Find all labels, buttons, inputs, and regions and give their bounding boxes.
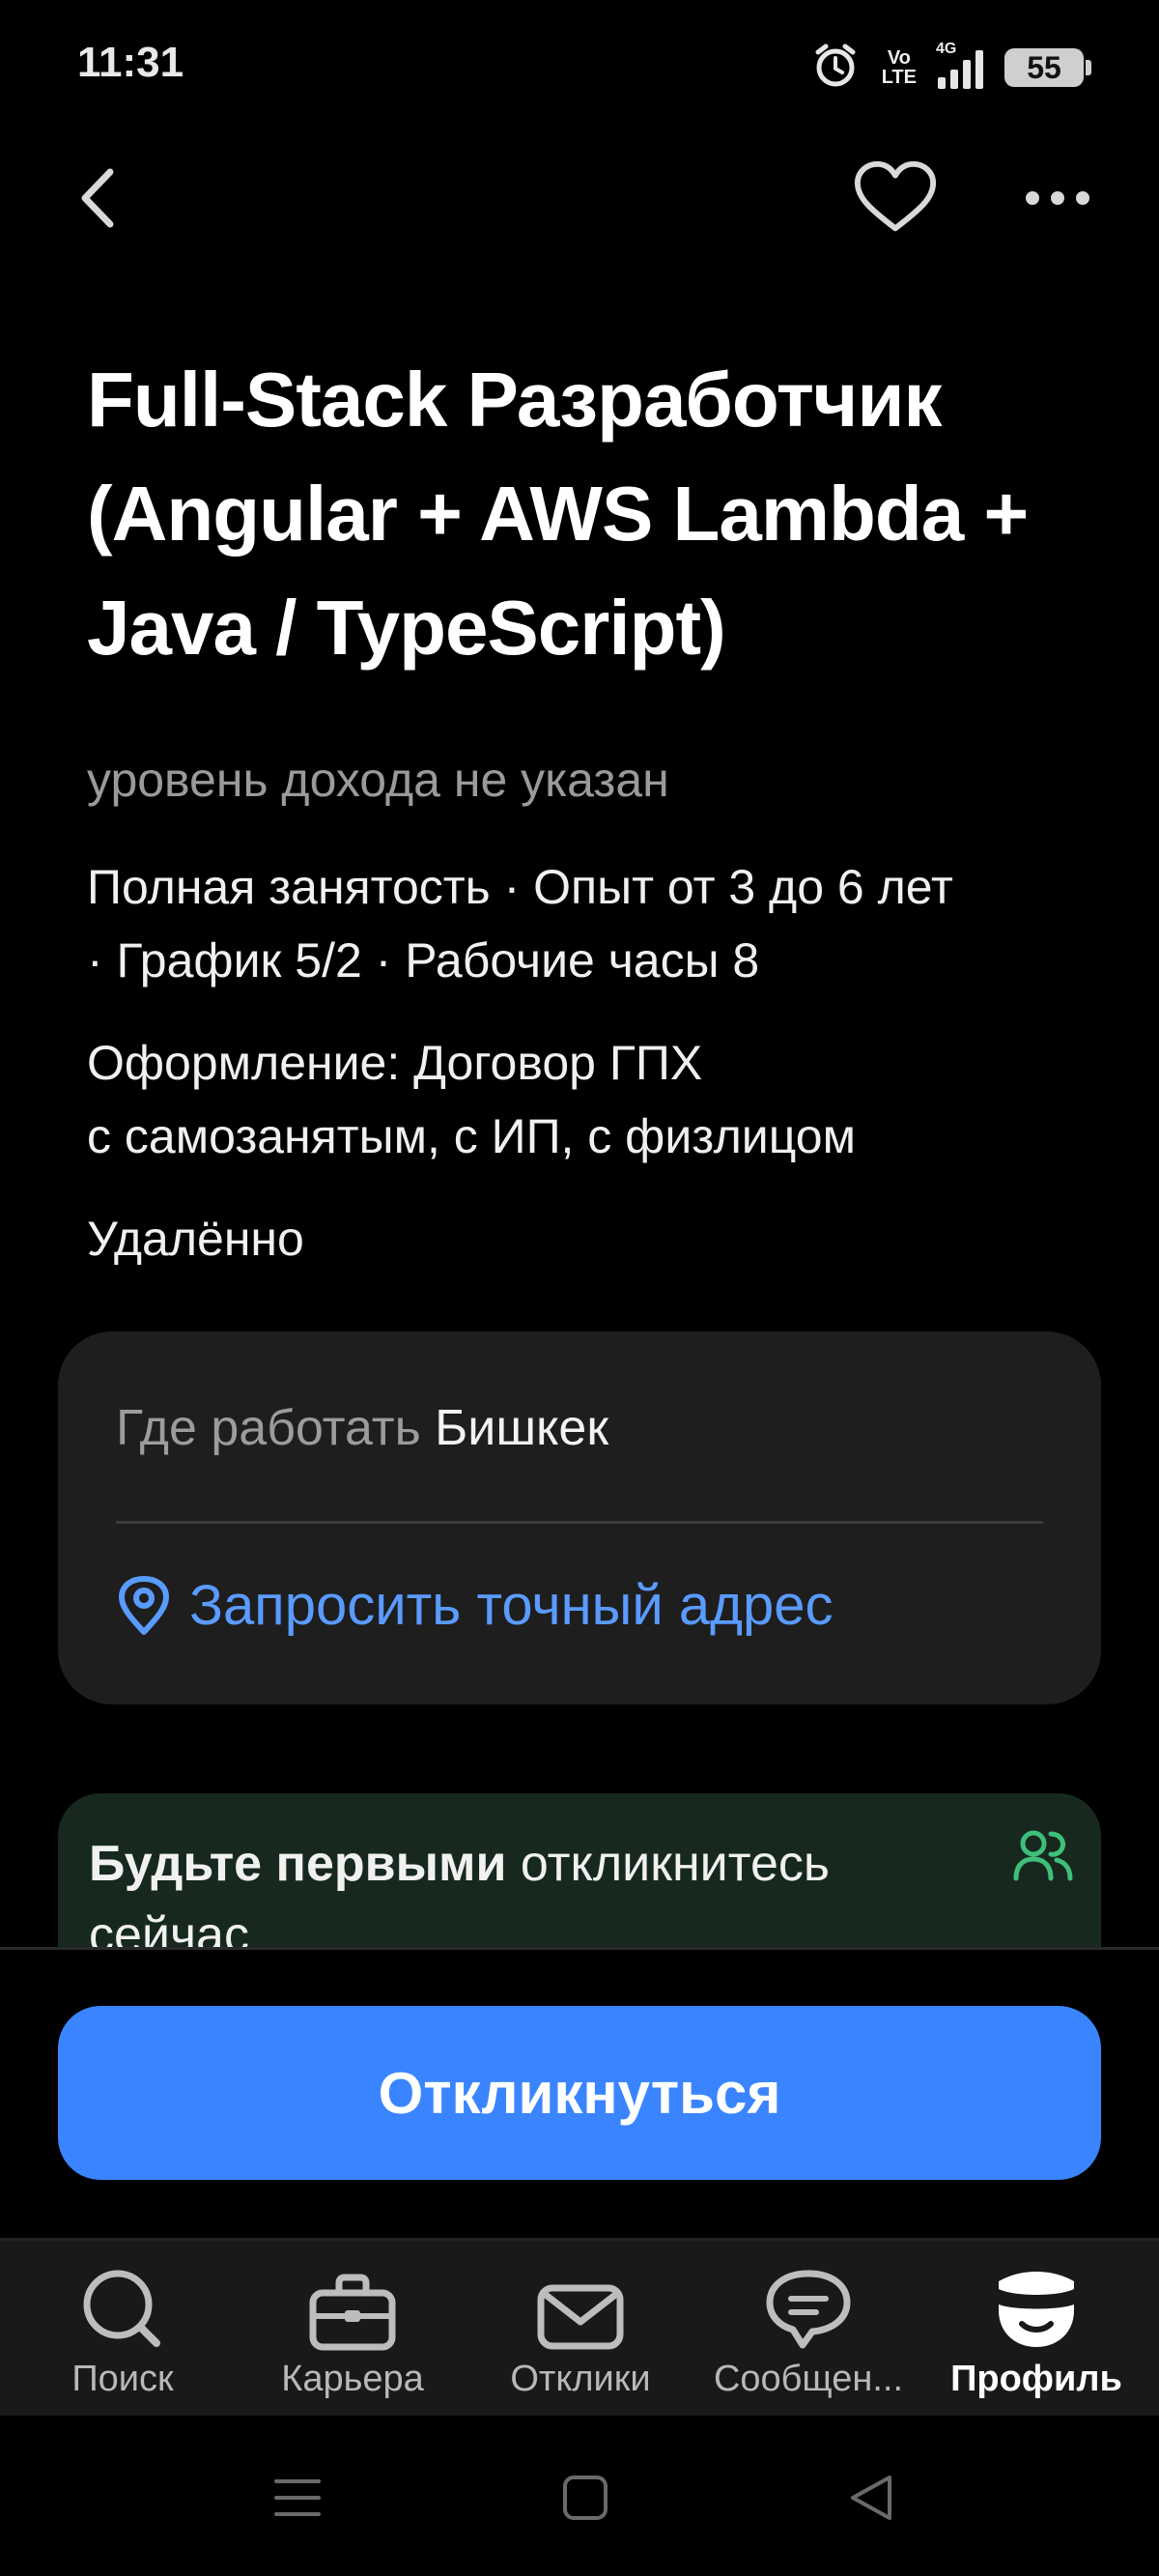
divider [116, 1521, 1043, 1524]
tab-profile[interactable]: Профиль [920, 2241, 1152, 2419]
triangle-back-icon [851, 2476, 891, 2520]
volte-indicator: Vo LTE [881, 47, 917, 88]
status-icons: Vo LTE 4G 55 [810, 39, 1091, 97]
back-button[interactable] [54, 155, 141, 242]
home-button[interactable] [547, 2459, 624, 2536]
contract-type: Оформление: Договор ГПХ с самозанятым, с… [87, 1036, 856, 1163]
status-time: 11:31 [77, 39, 184, 86]
bottom-tab-bar: Поиск Карьера Отклики Сообщен... Профиль [0, 2238, 1159, 2419]
briefcase-icon [309, 2274, 396, 2351]
work-format: Удалённо [87, 1212, 304, 1266]
system-navigation-bar [0, 2416, 1159, 2576]
back-system-button[interactable] [833, 2459, 910, 2536]
more-button[interactable] [1014, 155, 1101, 242]
favorite-button[interactable] [852, 155, 939, 242]
tab-search[interactable]: Поиск [7, 2241, 239, 2419]
people-icon [1012, 1828, 1074, 1887]
location-pin-icon [119, 1575, 169, 1635]
vacancy-title: Full-Stack Разработчик (Angular + AWS La… [87, 357, 1029, 671]
request-address-link[interactable]: Запросить точный адрес [116, 1573, 833, 1638]
alarm-icon [810, 41, 861, 96]
battery-indicator: 55 [1004, 48, 1091, 87]
chat-icon [766, 2270, 851, 2349]
profile-icon [999, 2272, 1074, 2347]
square-icon [563, 2476, 608, 2520]
tab-career[interactable]: Карьера [237, 2241, 468, 2419]
chevron-left-icon [81, 168, 114, 228]
tab-responses[interactable]: Отклики [465, 2241, 696, 2419]
request-address-label: Запросить точный адрес [189, 1574, 834, 1637]
tab-messages[interactable]: Сообщен... [693, 2241, 924, 2419]
heart-icon [854, 160, 937, 232]
employment-conditions: Полная занятость · Опыт от 3 до 6 лет · … [87, 860, 953, 987]
recent-apps-button[interactable] [259, 2459, 336, 2536]
signal-icon: 4G [936, 41, 983, 89]
work-location: Где работать Бишкек [116, 1399, 608, 1457]
more-horizontal-icon [1026, 191, 1089, 205]
salary-text: уровень дохода не указан [87, 753, 669, 807]
location-city: Бишкек [435, 1400, 609, 1456]
menu-icon [274, 2479, 321, 2516]
location-label: Где работать [116, 1400, 421, 1456]
location-card: Где работать Бишкек Запросить точный адр… [58, 1331, 1101, 1704]
search-icon [83, 2270, 160, 2347]
mail-icon [537, 2284, 624, 2350]
apply-button[interactable]: Откликнуться [58, 2006, 1101, 2180]
